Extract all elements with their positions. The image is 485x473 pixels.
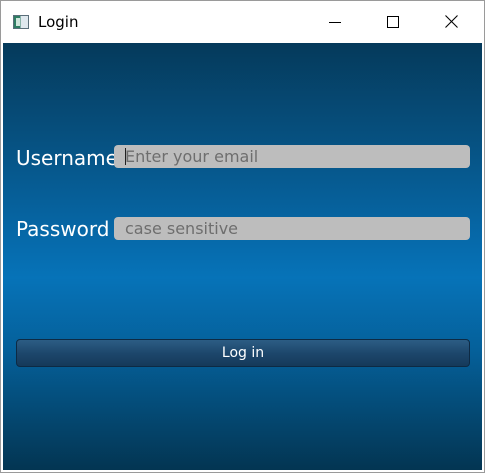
username-label: Username [16, 146, 118, 170]
password-label: Password [16, 217, 110, 241]
login-window: Login Username Password Log in [0, 0, 485, 473]
close-button[interactable] [422, 1, 480, 42]
window-title: Login [38, 13, 79, 31]
maximize-button[interactable] [364, 1, 422, 42]
login-button[interactable]: Log in [16, 339, 470, 367]
login-button-label: Log in [221, 345, 265, 361]
minimize-button[interactable] [306, 1, 364, 42]
app-icon[interactable] [13, 15, 29, 29]
close-icon [444, 15, 458, 28]
username-input[interactable] [114, 145, 470, 168]
login-form: Username Password Log in [3, 43, 482, 470]
text-caret [125, 148, 126, 165]
minimize-icon [329, 21, 341, 23]
maximize-icon [387, 15, 399, 28]
title-bar[interactable]: Login [1, 1, 484, 42]
password-input[interactable] [114, 217, 470, 240]
